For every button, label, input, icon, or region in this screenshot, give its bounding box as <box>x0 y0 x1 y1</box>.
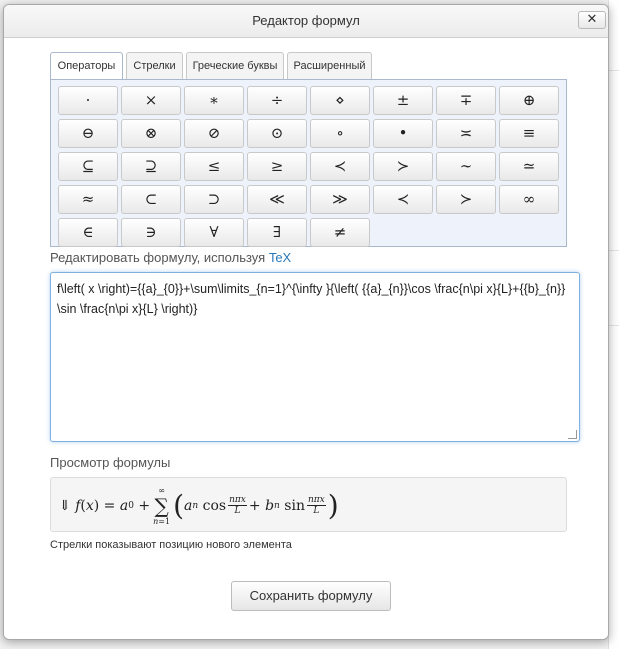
symbol-button[interactable]: ⊃ <box>184 185 244 214</box>
symbol-button[interactable]: ≻ <box>436 185 496 214</box>
preview-label: Просмотр формулы <box>50 455 171 470</box>
symbol-button[interactable]: ⊙ <box>247 119 307 148</box>
symbol-button[interactable]: ⊗ <box>121 119 181 148</box>
tab-greek-letters[interactable]: Греческие буквы <box>186 52 284 79</box>
symbol-button[interactable]: ⊆ <box>58 152 118 181</box>
symbol-button[interactable]: ∈ <box>58 218 118 247</box>
symbol-button[interactable]: ⋄ <box>310 86 370 115</box>
tab-arrows[interactable]: Стрелки <box>126 52 183 79</box>
tab-operators[interactable]: Операторы <box>50 52 123 80</box>
symbol-button[interactable]: ≺ <box>373 185 433 214</box>
symbol-button[interactable]: ≺ <box>310 152 370 181</box>
dialog-title: Редактор формул <box>252 13 360 28</box>
save-formula-button[interactable]: Сохранить формулу <box>231 581 391 611</box>
symbol-button[interactable]: ∓ <box>436 86 496 115</box>
symbol-palette: · × ∗ ÷ ⋄ ± ∓ ⊕ ⊖ ⊗ ⊘ ⊙ ∘ • ≍ ≡ ⊆ ⊇ ≤ ≥ ≺ ≻ ∼ ≃ ≈ ⊂ ⊃ ≪ ≫ ≺ ≻ ∞ ∈ ∋ ∀ ∃ ≠ <box>50 79 567 247</box>
symbol-button[interactable]: ≤ <box>184 152 244 181</box>
symbol-button[interactable]: ≍ <box>436 119 496 148</box>
symbol-button[interactable]: ÷ <box>247 86 307 115</box>
symbol-button[interactable]: ⊖ <box>58 119 118 148</box>
symbol-button[interactable]: ≡ <box>499 119 559 148</box>
resize-handle[interactable] <box>568 430 577 439</box>
background-divider <box>608 325 619 326</box>
close-icon: ✕ <box>586 12 598 27</box>
tex-link[interactable]: TeX <box>269 250 291 265</box>
symbol-button[interactable]: ∘ <box>310 119 370 148</box>
symbol-button[interactable]: ∀ <box>184 218 244 247</box>
symbol-button[interactable]: ∃ <box>247 218 307 247</box>
background-divider <box>608 250 619 251</box>
hint-text: Стрелки показывают позицию нового элемен… <box>50 539 292 551</box>
symbol-button[interactable]: · <box>58 86 118 115</box>
editor-label-text: Редактировать формулу, используя <box>50 250 266 265</box>
tab-advanced[interactable]: Расширенный <box>287 52 372 79</box>
symbol-button[interactable]: ± <box>373 86 433 115</box>
rendered-formula: ⇓ f(x) = a0 + ∞ ∑ n=1 ( an cos nπx L + bn s… <box>59 485 339 526</box>
symbol-button[interactable]: ∞ <box>499 185 559 214</box>
symbol-button[interactable]: ⊇ <box>121 152 181 181</box>
formula-editor-dialog: Редактор формул ✕ Операторы Стрелки Греч… <box>3 4 609 640</box>
symbol-button[interactable]: ⊕ <box>499 86 559 115</box>
symbol-button[interactable]: ≪ <box>247 185 307 214</box>
formula-input[interactable]: f\left( x \right)={{a}_{0}}+\sum\limits_… <box>50 272 580 442</box>
symbol-button[interactable]: ⊘ <box>184 119 244 148</box>
close-button[interactable]: ✕ <box>578 11 606 29</box>
symbol-button[interactable]: ≈ <box>58 185 118 214</box>
symbol-button[interactable]: • <box>373 119 433 148</box>
cursor-arrow-icon: ⇓ <box>59 497 76 514</box>
symbol-button[interactable]: ∼ <box>436 152 496 181</box>
formula-input-value: f\left( x \right)={{a}_{0}}+\sum\limits_… <box>57 282 566 316</box>
symbol-button[interactable]: ≠ <box>310 218 370 247</box>
formula-preview: ⇓ f(x) = a0 + ∞ ∑ n=1 ( an cos nπx L + bn s… <box>50 477 567 532</box>
symbol-button[interactable]: × <box>121 86 181 115</box>
symbol-button[interactable]: ≻ <box>373 152 433 181</box>
symbol-button[interactable]: ∗ <box>184 86 244 115</box>
symbol-button[interactable]: ≃ <box>499 152 559 181</box>
editor-label: Редактировать формулу, используя TeX <box>50 250 291 265</box>
symbol-button[interactable]: ≫ <box>310 185 370 214</box>
dialog-titlebar: Редактор формул ✕ <box>4 5 608 38</box>
background-divider <box>608 70 619 71</box>
symbol-button[interactable]: ∋ <box>121 218 181 247</box>
symbol-button[interactable]: ≥ <box>247 152 307 181</box>
symbol-button[interactable]: ⊂ <box>121 185 181 214</box>
